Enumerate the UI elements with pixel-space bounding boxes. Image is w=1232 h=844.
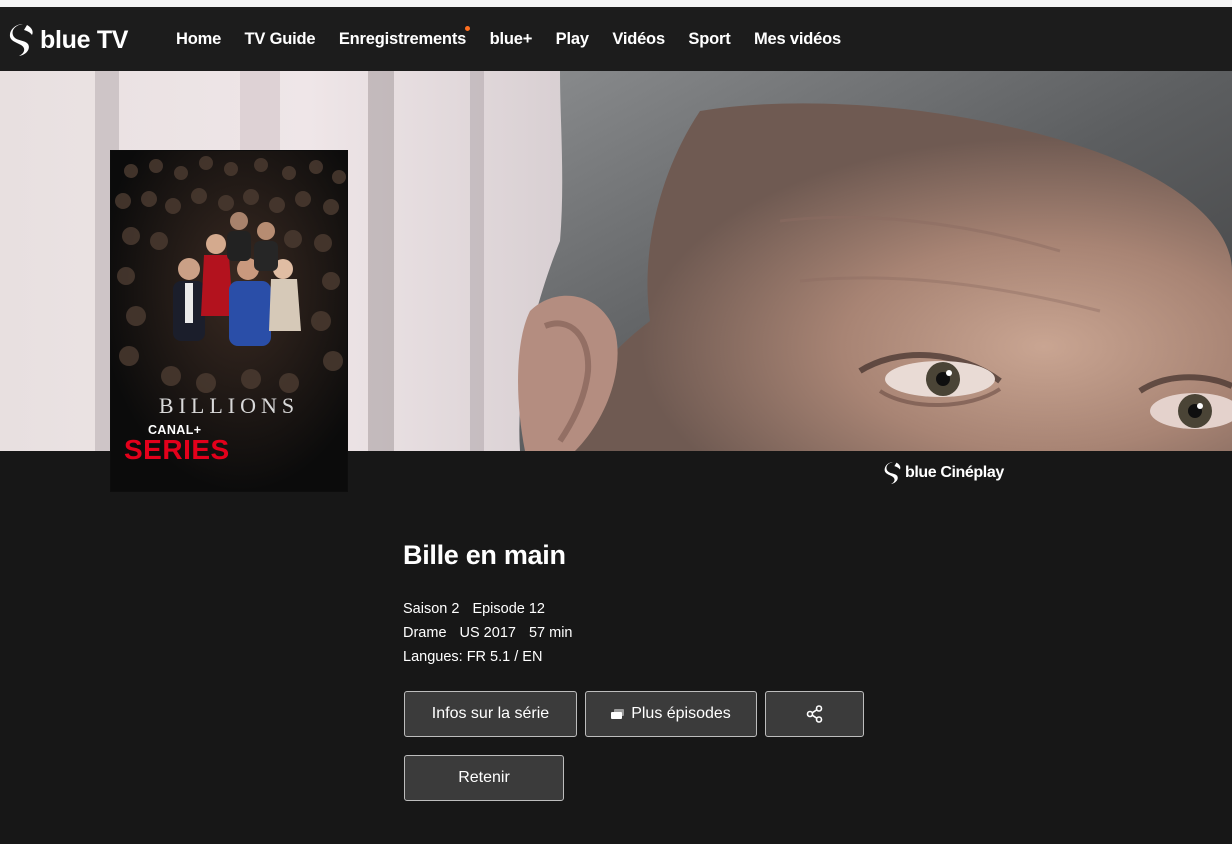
- nav-item-blue-plus[interactable]: blue+: [490, 30, 533, 49]
- country-year: US 2017: [459, 625, 516, 641]
- nav-item-play[interactable]: Play: [556, 30, 589, 49]
- nav-item-my-videos[interactable]: Mes vidéos: [754, 30, 841, 49]
- main-nav: Home TV Guide Enregistrements blue+ Play…: [176, 7, 864, 71]
- nav-item-tv-guide[interactable]: TV Guide: [245, 30, 316, 49]
- stack-icon: [611, 708, 625, 719]
- series-poster[interactable]: BILLIONS CANAL+ SERIES: [111, 151, 347, 491]
- series-info-button[interactable]: Infos sur la série: [404, 691, 577, 737]
- more-episodes-label: Plus épisodes: [631, 705, 731, 722]
- episode-number: Episode 12: [472, 601, 545, 617]
- meta-row-languages: Langues: FR 5.1 / EN: [403, 645, 585, 669]
- genre-label: Drame: [403, 625, 447, 641]
- share-icon: [806, 705, 822, 723]
- season-label: Saison 2: [403, 601, 460, 617]
- episode-title: Bille en main: [403, 540, 566, 570]
- poster-series-title: BILLIONS: [158, 393, 300, 418]
- blue-tv-logo-icon: [9, 24, 33, 56]
- blue-logo-icon: [884, 461, 901, 485]
- partner-name: blue Cinéplay: [905, 464, 1004, 481]
- top-navbar: blue TV Home TV Guide Enregistrements bl…: [0, 7, 1232, 71]
- brand-name: blue TV: [40, 25, 129, 54]
- share-button[interactable]: [765, 691, 864, 737]
- notification-dot: [465, 25, 471, 31]
- nav-item-home[interactable]: Home: [176, 30, 221, 49]
- episode-meta: Saison 2 Episode 12 Drame US 2017 57 min La…: [403, 597, 585, 669]
- nav-item-sport[interactable]: Sport: [688, 30, 730, 49]
- meta-row-season: Saison 2 Episode 12: [403, 597, 585, 621]
- brand-logo[interactable]: blue TV: [9, 23, 128, 57]
- partner-logo: blue Cinéplay: [884, 461, 1004, 485]
- nav-item-videos[interactable]: Vidéos: [612, 30, 665, 49]
- meta-row-info: Drame US 2017 57 min: [403, 621, 585, 645]
- duration-label: 57 min: [528, 625, 573, 641]
- nav-item-recordings[interactable]: Enregistrements: [338, 25, 471, 49]
- languages-label: Langues: FR 5.1 / EN: [403, 649, 543, 665]
- nav-item-recordings-label: Enregistrements: [338, 29, 467, 48]
- more-episodes-button[interactable]: Plus épisodes: [585, 691, 757, 737]
- poster-channel-sub: SERIES: [124, 434, 230, 465]
- browser-top-strip: [0, 0, 1232, 7]
- retain-button[interactable]: Retenir: [404, 755, 564, 801]
